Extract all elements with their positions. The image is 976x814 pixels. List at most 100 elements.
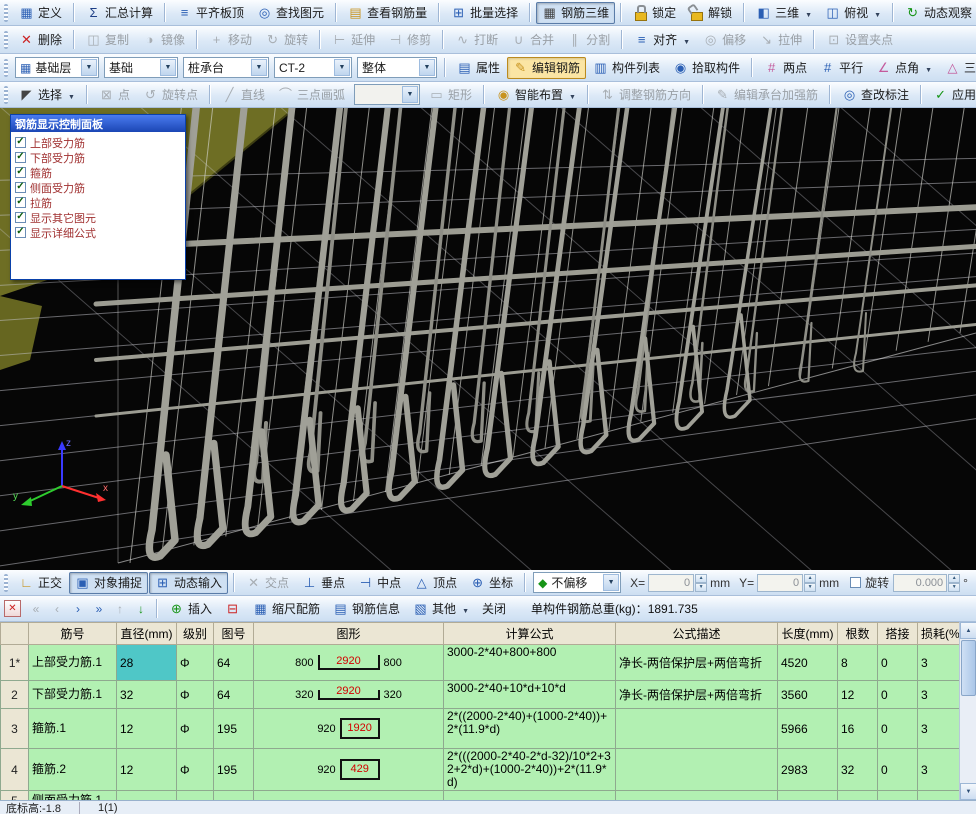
point-button[interactable]: ⊠ 点	[93, 84, 136, 106]
mirror-button[interactable]: ◑ 镜像	[136, 29, 191, 51]
formula-desc-cell[interactable]	[615, 748, 778, 791]
two-point-axis-button[interactable]: # 两点	[758, 57, 813, 79]
edit-cap-rebar-button[interactable]: ✎ 编辑承台加强筋	[709, 84, 824, 106]
formula-desc-cell[interactable]	[615, 790, 778, 800]
length-cell[interactable]: 5966	[777, 708, 838, 749]
toolbar-grip[interactable]	[4, 573, 8, 592]
delete-button[interactable]: ✕ 删除	[13, 29, 68, 51]
ortho-toggle[interactable]: ∟ 正交	[13, 572, 68, 594]
lap-cell[interactable]: 0	[877, 708, 918, 749]
snap-midpoint-button[interactable]: ⊣ 中点	[352, 572, 407, 594]
offset-button[interactable]: ◎ 偏移	[697, 29, 752, 51]
shape-cell[interactable]	[253, 790, 444, 800]
formula-cell[interactable]	[443, 790, 616, 800]
point-angle-axis-button[interactable]: ∠ 点角	[870, 57, 938, 79]
properties-button[interactable]: ▤ 属性	[451, 57, 506, 79]
viewport-3d[interactable]: x y z 钢筋显示控制面板 上部受力筋 下部受力筋 箍筋 侧面受力筋 拉筋 显示其…	[0, 108, 976, 570]
lap-cell[interactable]: 0	[877, 748, 918, 791]
shape-cell[interactable]: 920 429	[253, 748, 444, 791]
checkbox-tie-bars[interactable]	[15, 197, 26, 208]
grade-cell[interactable]: Φ	[176, 680, 214, 709]
row-number-cell[interactable]: 5	[0, 790, 29, 800]
formula-desc-cell[interactable]	[615, 708, 778, 749]
figure-no-cell[interactable]: 195	[213, 708, 254, 749]
batch-select-button[interactable]: ⊞ 批量选择	[445, 2, 524, 24]
length-cell[interactable]: 2983	[777, 748, 838, 791]
scroll-down-button[interactable]	[960, 783, 976, 800]
figure-no-cell[interactable]: 64	[213, 680, 254, 709]
close-button[interactable]: 关闭	[476, 598, 512, 620]
checkbox-show-formula[interactable]	[15, 227, 26, 238]
row-down-button[interactable]: ↓	[131, 599, 151, 619]
stepper-down-icon[interactable]	[804, 582, 817, 592]
smart-layout-button[interactable]: ◉ 智能布置	[490, 84, 582, 106]
loss-cell[interactable]: 3	[917, 748, 960, 791]
offset-combo[interactable]: ◆ 不偏移	[533, 572, 622, 593]
scale-rebar-button[interactable]: ▦ 缩尺配筋	[247, 598, 326, 620]
count-cell[interactable]	[837, 790, 878, 800]
shape-cell[interactable]: 320 2920 320	[253, 680, 444, 709]
row-number-cell[interactable]: 4	[0, 748, 29, 791]
y-input[interactable]: 0	[757, 573, 804, 592]
insert-row-button[interactable]: ⊕ 插入	[163, 598, 218, 620]
orbit-button[interactable]: ↻ 动态观察	[899, 2, 976, 24]
stretch-button[interactable]: ↘ 拉伸	[753, 29, 808, 51]
top-view-button[interactable]: ◫ 俯视	[819, 2, 887, 24]
length-cell[interactable]: 3560	[777, 680, 838, 709]
loss-cell[interactable]: 3	[917, 680, 960, 709]
snap-vertex-button[interactable]: △ 顶点	[408, 572, 463, 594]
chevron-down-icon[interactable]	[251, 59, 267, 76]
row-up-button[interactable]: ↑	[110, 599, 130, 619]
bar-id-cell[interactable]: 下部受力筋.1	[28, 680, 117, 709]
merge-button[interactable]: ∪ 合并	[505, 29, 560, 51]
parallel-axis-button[interactable]: # 平行	[814, 57, 869, 79]
toolbar-grip[interactable]	[4, 85, 8, 104]
lap-cell[interactable]	[877, 790, 918, 800]
count-cell[interactable]: 32	[837, 748, 878, 791]
loss-cell[interactable]	[917, 790, 960, 800]
apply-same-name-button[interactable]: ✓ 应用到同名承台	[927, 84, 976, 106]
split-button[interactable]: ∥ 分割	[561, 29, 616, 51]
diameter-cell[interactable]: 12	[116, 708, 177, 749]
delete-row-button[interactable]: ⊟	[219, 598, 246, 620]
bar-id-cell[interactable]: 箍筋.1	[28, 708, 117, 749]
formula-cell[interactable]: 3000-2*40+800+800	[443, 644, 616, 681]
view-rebar-qty-button[interactable]: ▤ 查看钢筋量	[342, 2, 433, 24]
bar-id-cell[interactable]: 箍筋.2	[28, 748, 117, 791]
rebar-3d-button[interactable]: ▦ 钢筋三维	[536, 1, 616, 24]
select-button[interactable]: ◤ 选择	[13, 84, 81, 106]
panel-title[interactable]: 钢筋显示控制面板	[11, 115, 185, 132]
scope-combo[interactable]: 整体	[357, 57, 437, 78]
x-stepper[interactable]	[695, 573, 708, 592]
scroll-thumb[interactable]	[961, 640, 976, 696]
edit-annotation-button[interactable]: ◎ 查改标注	[836, 84, 915, 106]
toolbar-grip[interactable]	[4, 3, 8, 22]
chevron-down-icon[interactable]	[402, 86, 419, 103]
figure-no-cell[interactable]: 195	[213, 748, 254, 791]
line-button[interactable]: ╱ 直线	[216, 84, 271, 106]
shape-cell[interactable]: 920 1920	[253, 708, 444, 749]
grade-cell[interactable]	[176, 790, 214, 800]
category-combo[interactable]: 基础	[104, 57, 178, 78]
nav-next-button[interactable]: ›	[68, 599, 88, 619]
pick-member-button[interactable]: ◉ 拾取构件	[667, 57, 746, 79]
rotate-checkbox[interactable]	[850, 577, 862, 588]
scroll-up-button[interactable]	[960, 622, 976, 639]
row-number-cell[interactable]: 1*	[0, 644, 29, 681]
stepper-down-icon[interactable]	[695, 582, 708, 592]
osnap-toggle[interactable]: ▣ 对象捕捉	[69, 571, 149, 594]
figure-no-cell[interactable]	[213, 790, 254, 800]
arc-options-combo[interactable]	[354, 84, 421, 105]
loss-cell[interactable]: 3	[917, 708, 960, 749]
rotate-stepper[interactable]	[948, 573, 961, 592]
length-cell[interactable]	[777, 790, 838, 800]
summary-calc-button[interactable]: Σ 汇总计算	[80, 2, 159, 24]
toolbar-grip[interactable]	[4, 58, 8, 77]
row-number-cell[interactable]: 3	[0, 708, 29, 749]
break-button[interactable]: ∿ 打断	[449, 29, 504, 51]
toolbar-grip[interactable]	[4, 30, 8, 49]
formula-cell[interactable]: 2*(((2000-2*40-2*d-32)/10*2+32+2*d)+(100…	[443, 748, 616, 791]
snap-perpendicular-button[interactable]: ⊥ 垂点	[296, 572, 351, 594]
arc-3pt-button[interactable]: ⌒ 三点画弧	[272, 84, 351, 106]
dynamic-input-toggle[interactable]: ⊞ 动态输入	[149, 571, 229, 594]
